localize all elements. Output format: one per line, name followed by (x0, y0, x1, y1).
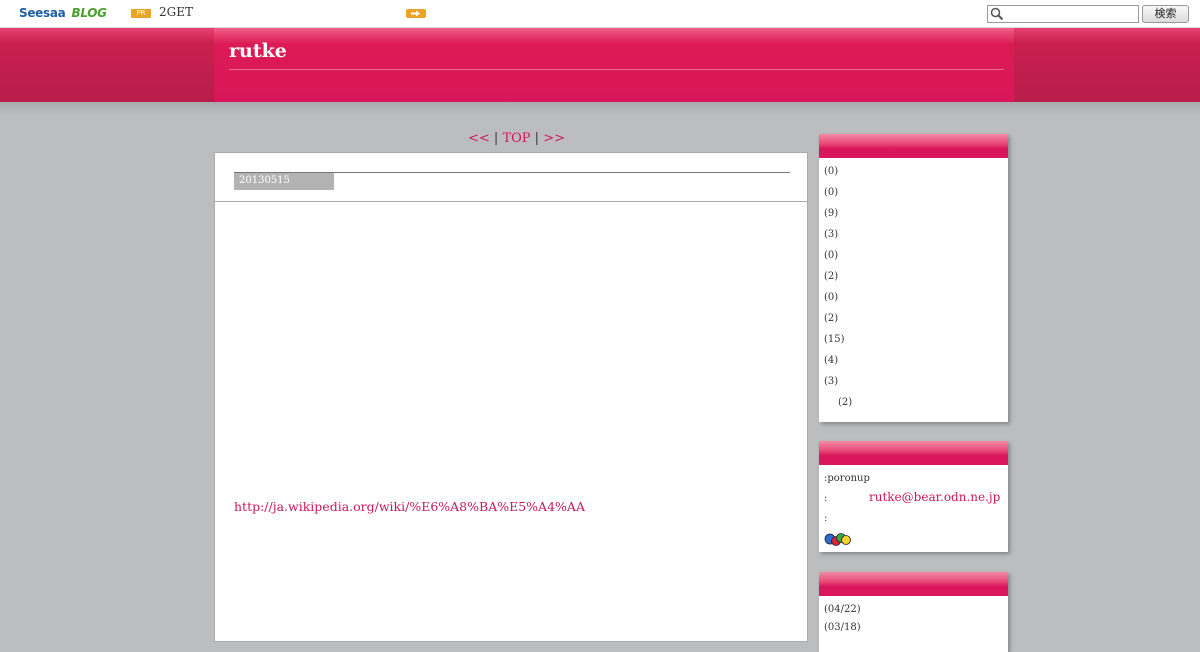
category-item[interactable]: (3) (824, 227, 1003, 248)
search-input[interactable] (1006, 10, 1136, 26)
arrow-right-icon[interactable] (406, 9, 426, 18)
category-item[interactable]: (3) (824, 374, 1003, 395)
nav-separator: | (530, 131, 544, 146)
profile-mail-link[interactable]: rutke@bear.odn.ne.jp (869, 489, 1000, 505)
category-item[interactable]: (0) (824, 185, 1003, 206)
category-item[interactable]: (15) (824, 332, 1003, 353)
logo-blog-text: BLOG (71, 6, 107, 20)
recent-list: (04/22) (03/18) (819, 596, 1008, 642)
profile-mail-label: : (824, 493, 828, 504)
sidebar-categories-box: (0) (0) (9) (3) (0) (2) (0) (2) (15) (4)… (819, 134, 1008, 422)
profile-mail-row: : rutke@bear.odn.ne.jp (824, 489, 1003, 511)
prev-link[interactable]: << (468, 131, 490, 146)
sidebar-profile-box: :poronup : rutke@bear.odn.ne.jp : (819, 441, 1008, 552)
category-item[interactable]: (2) (824, 311, 1003, 332)
profile-name: :poronup (824, 473, 870, 484)
search-box (987, 5, 1139, 26)
seesaa-blog-logo[interactable]: Seesaa BLOG (19, 6, 107, 20)
sidebar-box-header (819, 572, 1008, 596)
category-item[interactable]: (0) (824, 164, 1003, 185)
blog-title[interactable]: rutke (229, 40, 287, 62)
profile-extra-label: : (824, 513, 828, 524)
article-date: 20130515 (234, 173, 334, 190)
top-link[interactable]: TOP (502, 131, 530, 146)
sidebar-recent-box: (04/22) (03/18) (819, 572, 1008, 652)
profile-body: :poronup : rutke@bear.odn.ne.jp : (819, 465, 1008, 551)
search-button[interactable]: 検索 (1142, 5, 1189, 23)
category-list: (0) (0) (9) (3) (0) (2) (0) (2) (15) (4)… (819, 158, 1008, 420)
search-icon (990, 7, 1004, 21)
header-divider (229, 69, 1004, 70)
article-divider (215, 201, 807, 202)
header-center (214, 28, 1014, 102)
top-toolbar: Seesaa BLOG PR 2GET 検索 (0, 0, 1200, 28)
category-item[interactable]: (0) (824, 290, 1003, 311)
recent-item[interactable]: (03/18) (824, 620, 1003, 638)
article-nav: << | TOP | >> (468, 131, 565, 146)
next-link[interactable]: >> (543, 131, 565, 146)
category-item[interactable]: (9) (824, 206, 1003, 227)
header-shadow (0, 102, 1200, 116)
article-link[interactable]: http://ja.wikipedia.org/wiki/%E6%A8%BA%E… (234, 499, 585, 514)
category-item[interactable]: (0) (824, 248, 1003, 269)
article-panel: 20130515 http://ja.wikipedia.org/wiki/%E… (214, 152, 808, 642)
pr-link[interactable]: 2GET (159, 5, 193, 19)
category-item[interactable]: (4) (824, 353, 1003, 374)
recent-item[interactable]: (04/22) (824, 602, 1003, 620)
badge-icon[interactable] (824, 531, 1003, 547)
logo-seesaa-text: Seesaa (19, 6, 66, 20)
category-item[interactable]: (2) (824, 269, 1003, 290)
pr-badge: PR (131, 9, 151, 18)
category-item[interactable]: (2) (824, 395, 1003, 416)
sidebar-box-header (819, 441, 1008, 465)
sidebar-box-header (819, 134, 1008, 158)
nav-separator: | (489, 131, 503, 146)
